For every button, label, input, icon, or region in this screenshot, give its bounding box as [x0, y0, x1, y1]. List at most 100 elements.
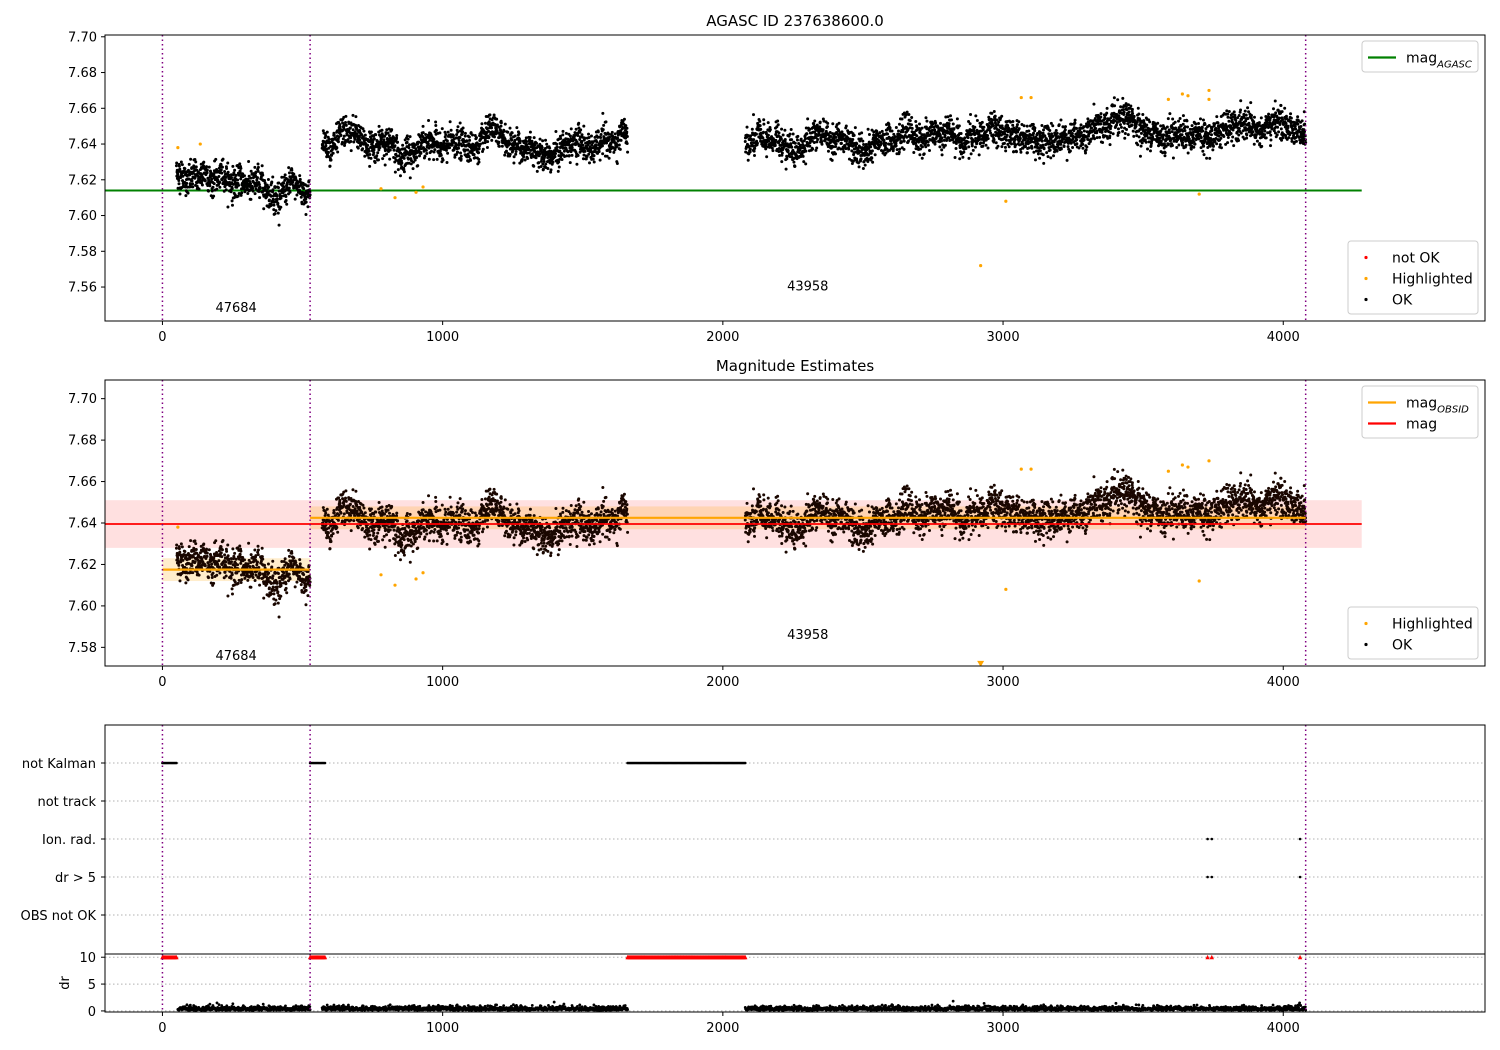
- ok-point: [1040, 139, 1044, 143]
- ok-point: [419, 151, 423, 155]
- ok-point: [943, 133, 947, 137]
- ok-point: [448, 120, 452, 124]
- ok-point: [459, 154, 463, 158]
- ok-point: [249, 197, 253, 201]
- ok-point: [1276, 125, 1280, 129]
- ok-point: [981, 144, 985, 148]
- ok-point: [392, 148, 396, 152]
- ok-point: [270, 180, 274, 184]
- ok-point: [890, 129, 894, 133]
- ok-point: [801, 154, 805, 158]
- ok-point: [279, 194, 283, 198]
- ok-point: [951, 122, 955, 126]
- ok-point: [328, 164, 332, 168]
- ok-point: [374, 133, 378, 137]
- ok-point: [304, 213, 308, 217]
- ok-point: [1041, 143, 1045, 147]
- ok-point: [471, 133, 475, 137]
- ok-point: [485, 145, 489, 149]
- ok-point: [1168, 112, 1172, 116]
- ok-point: [445, 139, 449, 143]
- ok-point: [974, 114, 978, 118]
- ok-point: [1193, 142, 1197, 146]
- ok-point: [625, 130, 629, 134]
- ok-point: [754, 132, 758, 136]
- ok-point: [368, 153, 372, 157]
- ok-point: [1215, 115, 1219, 119]
- ok-point: [861, 166, 865, 170]
- ok-point: [1277, 116, 1281, 120]
- ok-point: [762, 118, 766, 122]
- ok-point: [1185, 119, 1189, 123]
- ok-point: [1231, 128, 1235, 132]
- ok-point: [618, 147, 622, 151]
- ok-point: [860, 131, 864, 135]
- ok-point: [446, 130, 450, 134]
- ok-point: [1123, 132, 1127, 136]
- ok-point: [395, 134, 399, 138]
- ok-point: [257, 190, 261, 194]
- ok-point: [274, 209, 278, 213]
- ok-point: [1163, 151, 1167, 155]
- ok-point: [1099, 115, 1103, 119]
- ok-point: [387, 145, 391, 149]
- ok-point: [1101, 140, 1105, 144]
- top-plot-area: [105, 35, 1485, 321]
- ok-point: [1054, 128, 1058, 132]
- ok-point: [194, 165, 198, 169]
- ok-point: [375, 154, 379, 158]
- ok-point: [1237, 133, 1241, 137]
- ok-point: [367, 149, 371, 153]
- ok-point: [924, 116, 928, 120]
- ok-point: [954, 146, 958, 150]
- ok-point: [1186, 151, 1190, 155]
- ok-point: [504, 149, 508, 153]
- ok-point: [949, 114, 953, 118]
- ok-point: [1275, 133, 1279, 137]
- ok-point: [617, 143, 621, 147]
- ok-point: [1086, 117, 1090, 121]
- ok-point: [527, 151, 531, 155]
- ok-point: [1186, 125, 1190, 129]
- ok-point: [396, 168, 400, 172]
- ok-point: [1146, 147, 1150, 151]
- ok-point: [922, 152, 926, 156]
- ok-point: [1036, 142, 1040, 146]
- ok-point: [1048, 128, 1052, 132]
- ok-point: [206, 189, 210, 193]
- ok-point: [465, 139, 469, 143]
- ok-point: [230, 199, 234, 203]
- ok-point: [842, 150, 846, 154]
- ok-point: [626, 150, 630, 154]
- ok-point: [968, 122, 972, 126]
- ok-point: [183, 167, 187, 171]
- ok-point: [1162, 133, 1166, 137]
- ok-point: [1181, 114, 1185, 118]
- ok-point: [451, 134, 455, 138]
- ok-point: [587, 152, 591, 156]
- ok-point: [207, 178, 211, 182]
- ok-point: [532, 136, 536, 140]
- ok-point: [1118, 123, 1122, 127]
- top-title: AGASC ID 237638600.0: [706, 12, 884, 30]
- ok-point: [1222, 134, 1226, 138]
- ok-point: [344, 121, 348, 125]
- ok-point: [1030, 146, 1034, 150]
- ok-point: [510, 131, 514, 135]
- ok-point: [918, 122, 922, 126]
- ok-point: [467, 135, 471, 139]
- ok-point: [1055, 149, 1059, 153]
- ok-point: [773, 144, 777, 148]
- ok-point: [344, 123, 348, 127]
- ok-point: [336, 150, 340, 154]
- ok-point: [1119, 125, 1123, 129]
- ok-point: [393, 144, 397, 148]
- ok-point: [1226, 112, 1230, 116]
- ok-point: [1144, 140, 1148, 144]
- ok-point: [1121, 96, 1125, 100]
- ok-point: [1269, 144, 1273, 148]
- ok-point: [1244, 113, 1248, 117]
- ok-point: [905, 110, 909, 114]
- ok-point: [282, 185, 286, 189]
- ok-point: [943, 143, 947, 147]
